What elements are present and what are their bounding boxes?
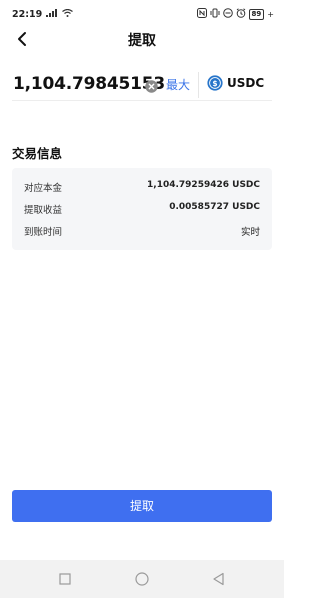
token-selector[interactable]: $ USDC — [207, 75, 264, 91]
nfc-icon — [196, 8, 207, 21]
status-right: 89 + — [196, 8, 274, 21]
transaction-info-card: 对应本金 1,104.79259426 USDC 提取收益 0.00585727… — [12, 168, 272, 250]
info-row-principal: 对应本金 1,104.79259426 USDC — [24, 180, 260, 196]
info-label: 到账时间 — [24, 227, 63, 238]
status-left: 22:19 — [12, 8, 74, 20]
home-button[interactable] — [134, 571, 150, 587]
status-time: 22:19 — [12, 9, 43, 20]
info-label: 对应本金 — [24, 183, 63, 194]
back-nav-button[interactable] — [211, 571, 227, 587]
vibrate-icon — [210, 8, 220, 21]
amount-input[interactable]: 1,104.79845153 — [13, 74, 165, 94]
triangle-back-icon — [213, 572, 224, 586]
svg-text:$: $ — [212, 79, 217, 88]
wifi-icon — [62, 8, 74, 20]
header: 提取 — [0, 24, 284, 56]
withdraw-button[interactable]: 提取 — [12, 490, 272, 522]
recent-apps-button[interactable] — [57, 571, 73, 587]
clear-icon — [145, 80, 158, 93]
signal-icon — [46, 9, 58, 20]
battery-indicator: 89 — [248, 9, 265, 20]
divider — [198, 72, 199, 98]
info-row-arrival-time: 到账时间 实时 — [24, 224, 260, 240]
screen: 22:19 89 + 提取 1,104.79845153 最大 $ USDC 交… — [0, 0, 284, 598]
info-value: 0.00585727 USDC — [169, 202, 260, 212]
page-title: 提取 — [128, 33, 156, 49]
usdc-icon: $ — [207, 75, 223, 91]
info-value: 实时 — [240, 227, 260, 238]
info-value: 1,104.79259426 USDC — [147, 180, 260, 190]
info-row-earnings: 提取收益 0.00585727 USDC — [24, 202, 260, 218]
do-not-disturb-icon — [222, 8, 233, 21]
max-button[interactable]: 最大 — [166, 76, 190, 93]
charging-icon: + — [267, 10, 274, 19]
clear-button[interactable] — [145, 78, 158, 93]
token-label: USDC — [227, 76, 265, 90]
system-nav-bar — [0, 560, 284, 598]
amount-underline — [12, 100, 272, 101]
square-icon — [59, 573, 71, 585]
info-label: 提取收益 — [24, 205, 63, 216]
section-title: 交易信息 — [12, 146, 63, 161]
alarm-icon — [236, 8, 246, 21]
circle-icon — [135, 572, 149, 586]
